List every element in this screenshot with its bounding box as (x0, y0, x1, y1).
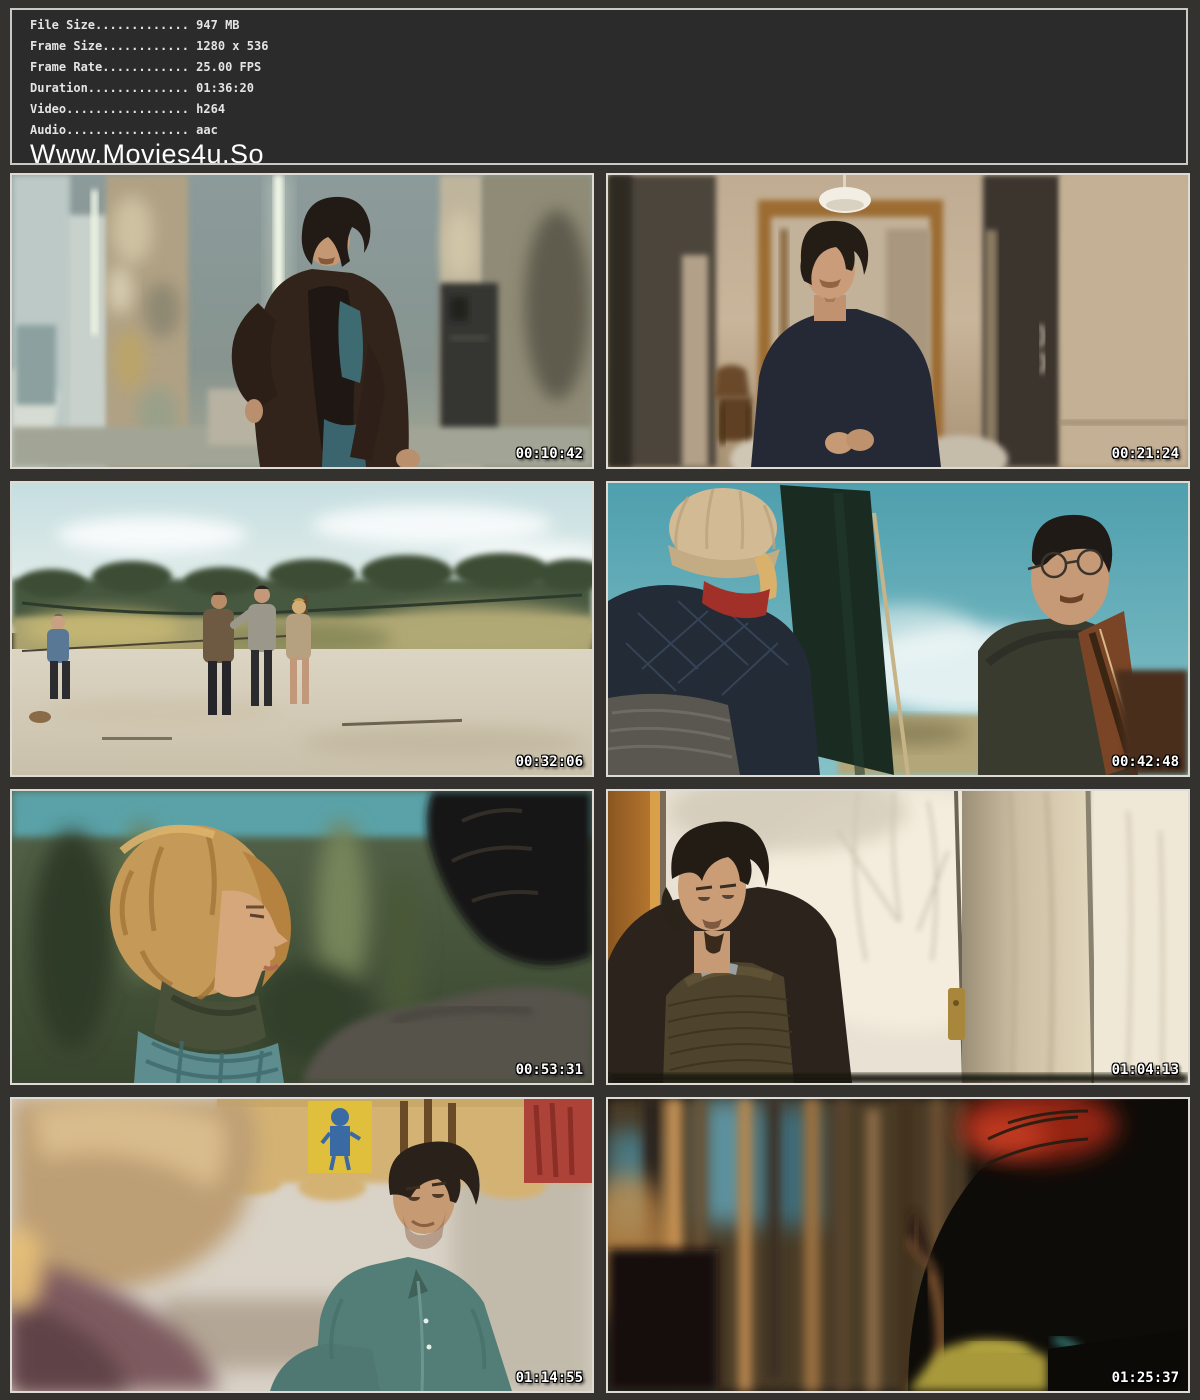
movie-still-interview (608, 175, 1188, 467)
info-line-frame-rate: Frame Rate............ 25.00 FPS (30, 57, 1186, 78)
timestamp-overlay: 00:21:24 (1112, 446, 1179, 462)
timestamp-overlay: 00:10:42 (516, 446, 583, 462)
screenshot-thumb-4: 00:42:48 (606, 481, 1190, 777)
timestamp-overlay: 01:14:55 (516, 1370, 583, 1386)
screenshot-thumb-3: 00:32:06 (10, 481, 594, 777)
movie-still-dark-silhouette (608, 1099, 1188, 1391)
info-line-file-size: File Size............. 947 MB (30, 15, 1186, 36)
movie-still-conversation (12, 1099, 592, 1391)
screenshot-thumb-7: 01:14:55 (10, 1097, 594, 1393)
movie-still-loft (12, 175, 592, 467)
site-watermark: Www.Movies4u.So (30, 141, 1186, 165)
media-preview-sheet: File Size............. 947 MB Frame Size… (0, 0, 1200, 1400)
info-line-audio: Audio................. aac (30, 120, 1186, 141)
timestamp-overlay: 00:53:31 (516, 1062, 583, 1078)
media-info-panel: File Size............. 947 MB Frame Size… (10, 8, 1188, 165)
movie-still-dune-profile (12, 791, 592, 1083)
screenshot-thumb-2: 00:21:24 (606, 173, 1190, 469)
movie-still-beach (12, 483, 592, 775)
movie-still-doorway (608, 791, 1188, 1083)
info-line-video: Video................. h264 (30, 99, 1186, 120)
movie-still-flag-violin (608, 483, 1188, 775)
screenshot-grid: 00:10:42 (10, 173, 1190, 1393)
screenshot-thumb-1: 00:10:42 (10, 173, 594, 469)
screenshot-thumb-6: 01:04:13 (606, 789, 1190, 1085)
timestamp-overlay: 00:42:48 (1112, 754, 1179, 770)
screenshot-thumb-8: 01:25:37 (606, 1097, 1190, 1393)
info-line-duration: Duration.............. 01:36:20 (30, 78, 1186, 99)
timestamp-overlay: 01:04:13 (1112, 1062, 1179, 1078)
screenshot-thumb-5: 00:53:31 (10, 789, 594, 1085)
info-line-frame-size: Frame Size............ 1280 x 536 (30, 36, 1186, 57)
timestamp-overlay: 00:32:06 (516, 754, 583, 770)
timestamp-overlay: 01:25:37 (1112, 1370, 1179, 1386)
